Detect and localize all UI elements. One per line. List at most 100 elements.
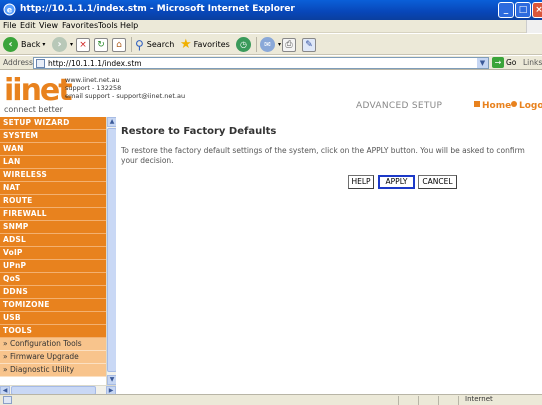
- cancel-button[interactable]: CANCEL: [418, 175, 457, 189]
- logo-wordmark: iinet: [4, 73, 73, 108]
- forward-arrow-icon: ›: [52, 37, 67, 52]
- forward-button[interactable]: › ▾: [52, 36, 73, 53]
- maximize-icon: □: [518, 5, 528, 15]
- search-label: Search: [146, 40, 175, 49]
- favorites-button[interactable]: ★ Favorites: [180, 36, 230, 53]
- maximize-button[interactable]: □: [515, 2, 531, 18]
- page-title: Restore to Factory Defaults: [121, 126, 277, 137]
- address-label: Address: [3, 58, 33, 67]
- help-button[interactable]: HELP: [348, 175, 374, 189]
- links-button[interactable]: Links: [523, 58, 542, 67]
- sidebar-item-tomizone[interactable]: TOMIZONE: [0, 299, 106, 312]
- page-status-icon: [3, 396, 12, 404]
- main-content: Restore to Factory Defaults To restore t…: [116, 117, 542, 393]
- contact-website: www.iinet.net.au: [65, 76, 120, 84]
- dropdown-arrow-icon: ▾: [70, 41, 74, 48]
- edit-page-button[interactable]: ✎: [302, 36, 316, 53]
- sidebar-item-firewall[interactable]: FIREWALL: [0, 208, 106, 221]
- mail-button[interactable]: ✉ ▾: [260, 36, 281, 53]
- stop-button[interactable]: ×: [76, 36, 90, 53]
- back-button[interactable]: ‹ Back ▾: [3, 36, 45, 53]
- logout-link-label: Logout: [519, 101, 542, 111]
- contact-info: www.iinet.net.au support - 132258 email …: [65, 76, 185, 100]
- sidebar-item-voip[interactable]: VoIP: [0, 247, 106, 260]
- sidebar-subitem-configuration-tools[interactable]: » Configuration Tools: [0, 338, 106, 351]
- browser-toolbar: ‹ Back ▾ › ▾ × ↻ ⌂ ⚲ Search ★ Favorites …: [0, 34, 542, 55]
- sidebar-item-wan[interactable]: WAN: [0, 143, 106, 156]
- mail-icon: ✉: [260, 37, 275, 52]
- round-bullet-icon: [511, 101, 517, 107]
- sidebar-nav: SETUP WIZARD SYSTEM WAN LAN WIRELESS NAT…: [0, 117, 106, 393]
- status-divider: [418, 396, 419, 405]
- home-button[interactable]: ⌂: [112, 36, 126, 53]
- windows-logo-icon: [526, 20, 542, 33]
- sidebar-item-upnp[interactable]: UPnP: [0, 260, 106, 273]
- security-zone: Internet: [465, 395, 493, 403]
- sidebar-subitem-firmware-upgrade[interactable]: » Firmware Upgrade: [0, 351, 106, 364]
- sidebar-item-nat[interactable]: NAT: [0, 182, 106, 195]
- refresh-button[interactable]: ↻: [94, 36, 108, 53]
- home-link-label: Home: [482, 101, 512, 111]
- close-button[interactable]: ×: [532, 2, 542, 18]
- refresh-icon: ↻: [94, 37, 108, 52]
- toolbar-separator: [256, 37, 257, 52]
- status-divider: [458, 396, 459, 405]
- apply-button[interactable]: APPLY: [378, 175, 415, 189]
- toolbar-separator: [131, 37, 132, 52]
- search-button[interactable]: ⚲ Search: [135, 36, 174, 53]
- back-arrow-icon: ‹: [3, 37, 18, 52]
- print-icon: ⎙: [282, 37, 296, 52]
- menu-tools[interactable]: Tools: [98, 21, 118, 30]
- sidebar-item-lan[interactable]: LAN: [0, 156, 106, 169]
- home-link[interactable]: Home: [474, 101, 511, 111]
- go-button[interactable]: → Go: [492, 57, 516, 68]
- sidebar-horizontal-scrollbar[interactable]: ◀ ▶: [0, 385, 116, 395]
- contact-phone: support - 132258: [65, 84, 122, 92]
- back-label: Back: [21, 40, 41, 49]
- square-bullet-icon: [474, 101, 480, 107]
- menu-edit[interactable]: Edit: [20, 21, 36, 30]
- router-header: iinet connect better www.iinet.net.au su…: [0, 71, 542, 117]
- menu-bar: File Edit View Favorites Tools Help: [0, 20, 542, 33]
- sidebar-item-tools[interactable]: TOOLS: [0, 325, 106, 338]
- iinet-logo: iinet connect better: [4, 73, 73, 115]
- print-button[interactable]: ⎙: [282, 36, 296, 53]
- logout-link[interactable]: Logout: [511, 101, 542, 111]
- window-title: http://10.1.1.1/index.stm - Microsoft In…: [20, 4, 295, 14]
- sidebar-item-ddns[interactable]: DDNS: [0, 286, 106, 299]
- section-title: ADVANCED SETUP: [356, 101, 443, 111]
- sidebar-item-qos[interactable]: QoS: [0, 273, 106, 286]
- search-icon: ⚲: [135, 37, 144, 52]
- star-icon: ★: [180, 37, 192, 52]
- status-bar: Internet: [0, 394, 542, 405]
- sidebar-item-setup-wizard[interactable]: SETUP WIZARD: [0, 117, 106, 130]
- sidebar-item-route[interactable]: ROUTE: [0, 195, 106, 208]
- history-icon: ◷: [236, 37, 251, 52]
- home-icon: ⌂: [112, 37, 126, 52]
- logo-tagline: connect better: [4, 105, 63, 114]
- menu-favorites[interactable]: Favorites: [62, 21, 98, 30]
- history-button[interactable]: ◷: [236, 36, 254, 53]
- minimize-button[interactable]: _: [498, 2, 514, 18]
- page-description: To restore the factory default settings …: [121, 146, 525, 165]
- sidebar-vertical-scrollbar[interactable]: ▲ ▼: [106, 117, 117, 385]
- favorites-label: Favorites: [193, 40, 230, 49]
- go-label: Go: [506, 58, 517, 67]
- address-input[interactable]: http://10.1.1.1/index.stm ▼: [33, 57, 489, 69]
- stop-icon: ×: [76, 37, 90, 52]
- sidebar-item-usb[interactable]: USB: [0, 312, 106, 325]
- sidebar-item-snmp[interactable]: SNMP: [0, 221, 106, 234]
- sidebar-item-wireless[interactable]: WIRELESS: [0, 169, 106, 182]
- chevron-down-icon[interactable]: ▼: [477, 58, 488, 68]
- address-url: http://10.1.1.1/index.stm: [48, 59, 142, 68]
- sidebar-item-system[interactable]: SYSTEM: [0, 130, 106, 143]
- edit-icon: ✎: [302, 37, 316, 52]
- svg-text:e: e: [7, 6, 13, 15]
- sidebar-item-adsl[interactable]: ADSL: [0, 234, 106, 247]
- sidebar-subitem-diagnostic-utility[interactable]: » Diagnostic Utility: [0, 364, 106, 377]
- menu-file[interactable]: File: [3, 21, 16, 30]
- status-divider: [398, 396, 399, 405]
- menu-view[interactable]: View: [39, 21, 58, 30]
- menu-help[interactable]: Help: [120, 21, 138, 30]
- internet-explorer-icon: e: [3, 3, 16, 16]
